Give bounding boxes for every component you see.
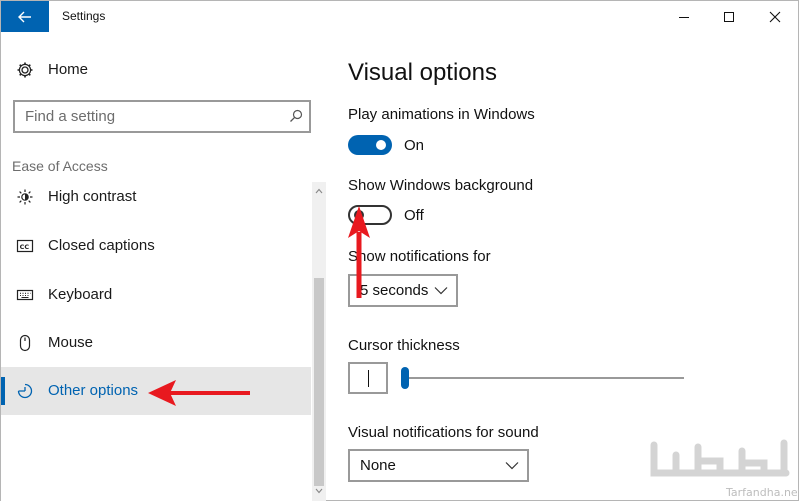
background-state: Off bbox=[404, 207, 424, 224]
maximize-button[interactable] bbox=[706, 1, 752, 32]
sidebar-item-mouse[interactable]: Mouse bbox=[1, 319, 311, 367]
sidebar-item-label: Other options bbox=[48, 382, 139, 399]
cursor-thickness-track[interactable] bbox=[405, 377, 684, 379]
settings-window: Settings Home Ease of Acces bbox=[0, 0, 799, 501]
annotation-arrow-left-icon bbox=[148, 380, 250, 406]
annotation-arrow-up-icon bbox=[348, 206, 370, 298]
svg-text:CC: CC bbox=[20, 243, 30, 251]
toggle-knob bbox=[376, 140, 386, 150]
watermark-text: Tarfandha.net bbox=[726, 486, 799, 499]
back-arrow-icon bbox=[18, 11, 31, 22]
sidebar-scrollbar[interactable] bbox=[312, 182, 326, 501]
brightness-icon bbox=[17, 189, 33, 205]
selection-indicator bbox=[1, 377, 5, 405]
main-panel: Visual options Play animations in Window… bbox=[326, 32, 798, 501]
watermark-logo-icon bbox=[650, 439, 790, 477]
chevron-down-icon bbox=[505, 462, 519, 470]
sidebar-item-high-contrast[interactable]: High contrast bbox=[1, 173, 311, 221]
keyboard-icon bbox=[16, 289, 34, 301]
search-icon[interactable] bbox=[289, 109, 303, 123]
minimize-button[interactable] bbox=[661, 1, 707, 32]
sound-label: Visual notifications for sound bbox=[348, 424, 539, 441]
window-title: Settings bbox=[62, 9, 106, 23]
mouse-icon bbox=[19, 334, 31, 352]
gear-icon bbox=[17, 62, 33, 78]
watermark: Tarfandha.net bbox=[646, 433, 799, 499]
scroll-down-icon[interactable] bbox=[312, 488, 326, 498]
home-label: Home bbox=[48, 61, 89, 78]
animations-label: Play animations in Windows bbox=[348, 106, 535, 123]
sidebar-item-label: Mouse bbox=[48, 334, 94, 351]
title-bar: Settings bbox=[1, 1, 798, 32]
sidebar-item-label: Closed captions bbox=[48, 237, 155, 254]
search-input[interactable] bbox=[15, 102, 275, 131]
sound-dropdown[interactable]: None bbox=[348, 449, 529, 482]
page-title: Visual options bbox=[348, 59, 497, 86]
close-icon bbox=[769, 11, 781, 22]
other-options-icon bbox=[17, 383, 33, 399]
cursor-label: Cursor thickness bbox=[348, 337, 460, 354]
sidebar: Home Ease of Access High contrast CC Cl bbox=[1, 32, 326, 501]
sidebar-item-keyboard[interactable]: Keyboard bbox=[1, 271, 311, 319]
animations-state: On bbox=[404, 137, 425, 154]
minimize-icon bbox=[679, 16, 689, 18]
scroll-up-icon[interactable] bbox=[312, 188, 326, 198]
back-button[interactable] bbox=[1, 1, 49, 32]
sidebar-item-label: High contrast bbox=[48, 188, 137, 205]
home-nav[interactable]: Home bbox=[1, 52, 311, 88]
maximize-icon bbox=[724, 11, 734, 22]
cursor-thickness-slider[interactable] bbox=[401, 367, 409, 389]
sound-value: None bbox=[360, 457, 396, 474]
sidebar-item-label: Keyboard bbox=[48, 286, 113, 303]
closed-captions-icon: CC bbox=[16, 239, 34, 253]
background-label: Show Windows background bbox=[348, 177, 534, 194]
chevron-down-icon bbox=[434, 287, 448, 295]
scrollbar-thumb[interactable] bbox=[314, 278, 324, 486]
text-cursor bbox=[368, 370, 369, 387]
search-box[interactable] bbox=[13, 100, 311, 133]
section-title: Ease of Access bbox=[12, 158, 108, 174]
sidebar-item-closed-captions[interactable]: CC Closed captions bbox=[1, 222, 311, 270]
close-button[interactable] bbox=[752, 1, 798, 32]
cursor-preview bbox=[348, 362, 388, 394]
animations-toggle[interactable] bbox=[348, 135, 392, 155]
